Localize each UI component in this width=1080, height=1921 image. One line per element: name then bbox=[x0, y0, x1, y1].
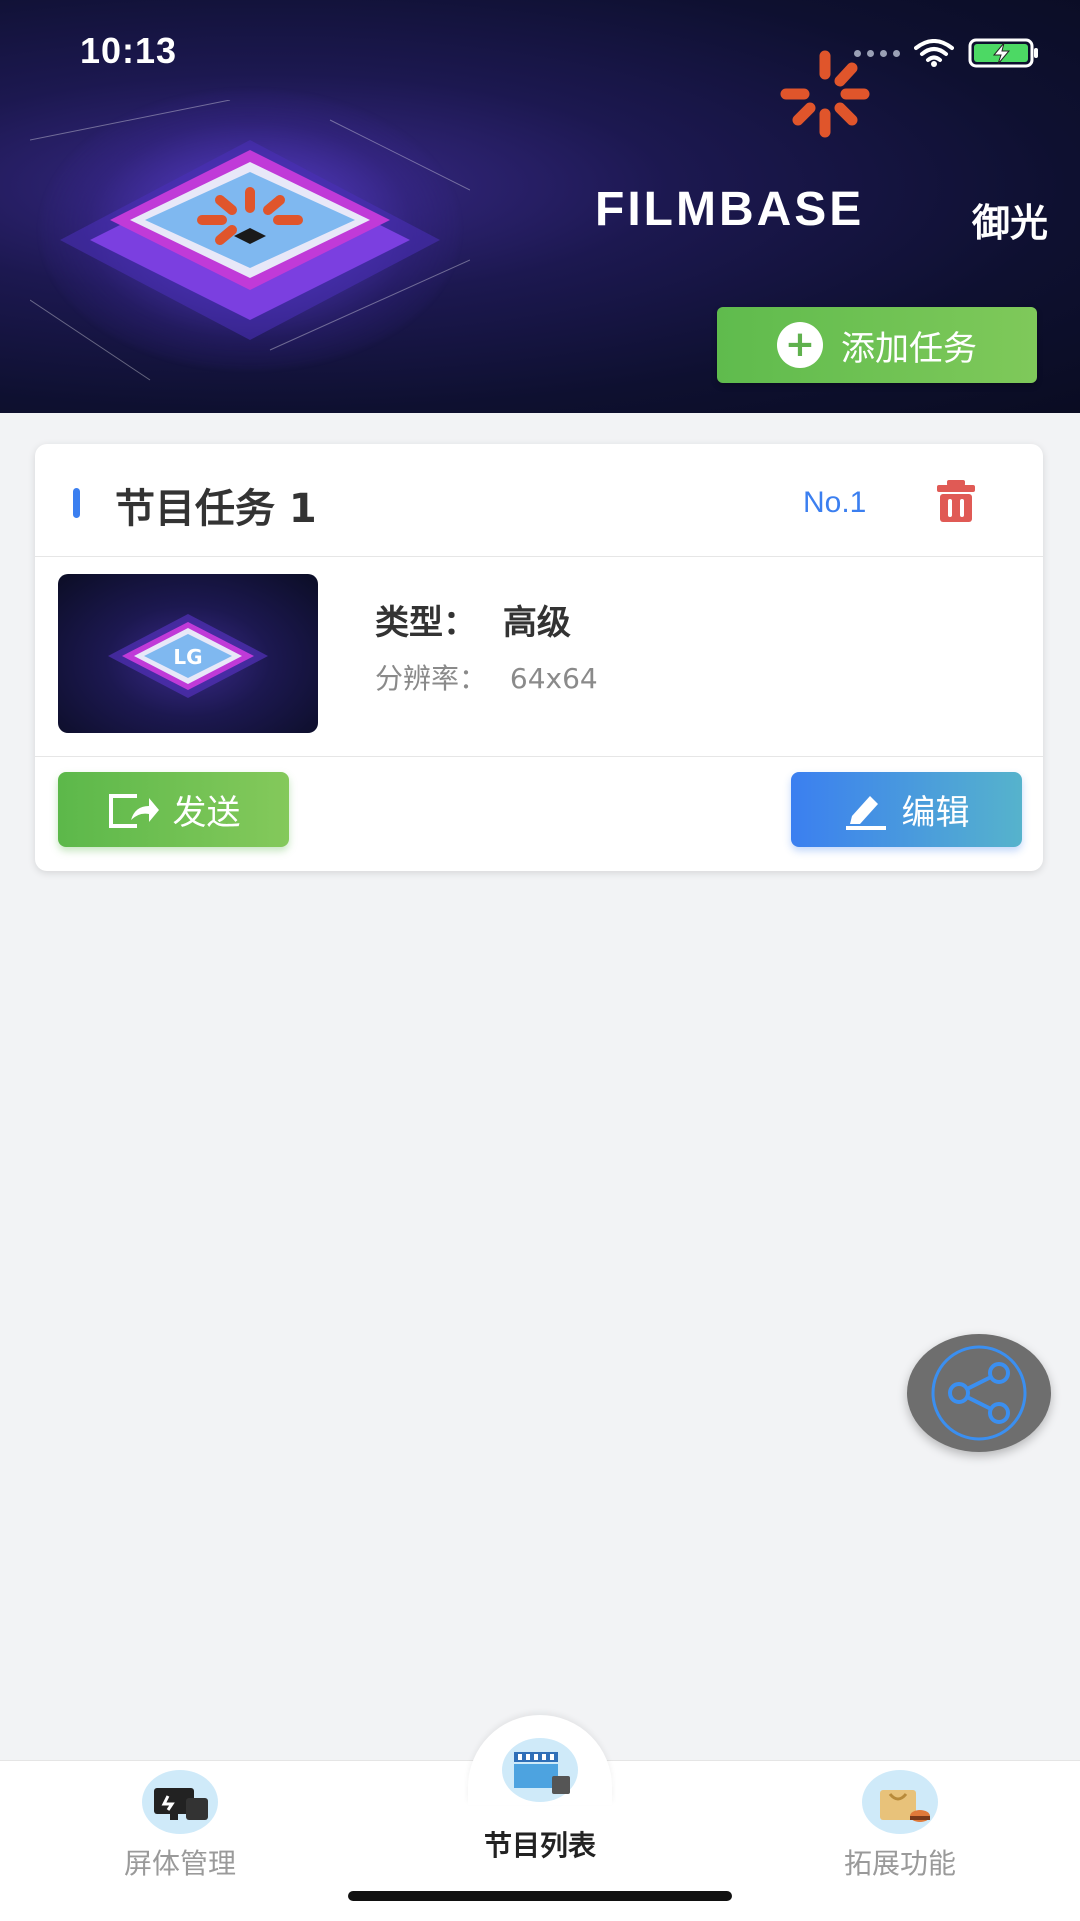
tab-label-extended-features: 拓展功能 bbox=[843, 1847, 956, 1880]
tab-label-screen-management: 屏体管理 bbox=[123, 1847, 236, 1880]
type-row: 类型： 高级 bbox=[375, 595, 571, 644]
send-label: 发送 bbox=[172, 793, 241, 833]
type-value: 高级 bbox=[502, 603, 571, 643]
tab-extended-features[interactable]: 拓展功能 bbox=[800, 1770, 1000, 1882]
task-card-body: LG 类型： 高级 分辨率： 64x64 bbox=[35, 557, 1043, 757]
filmbase-logo-icon bbox=[780, 50, 870, 138]
chip-illustration bbox=[30, 100, 470, 381]
task-card-header: 节目任务 1 No.1 bbox=[35, 444, 1043, 557]
shopping-bag-icon bbox=[862, 1770, 938, 1834]
delete-trash-icon[interactable] bbox=[933, 478, 979, 524]
task-number: No.1 bbox=[803, 486, 867, 519]
brand-name: FILMBASE bbox=[595, 183, 865, 236]
add-task-label: 添加任务 bbox=[841, 328, 977, 369]
title-accent-bar bbox=[73, 488, 80, 518]
home-indicator bbox=[348, 1891, 732, 1901]
tab-program-list[interactable]: 节目列表 bbox=[440, 1738, 640, 1864]
screen-monitor-icon bbox=[142, 1770, 218, 1834]
plus-icon: + bbox=[777, 322, 823, 368]
edit-label: 编辑 bbox=[901, 793, 970, 833]
share-icon bbox=[931, 1345, 1027, 1441]
resolution-label: 分辨率： bbox=[375, 662, 488, 695]
send-share-icon bbox=[108, 793, 159, 828]
wifi-icon bbox=[914, 39, 954, 67]
svg-text:LG: LG bbox=[173, 645, 202, 669]
status-icons bbox=[854, 38, 1040, 68]
resolution-value: 64x64 bbox=[509, 662, 598, 695]
add-task-button[interactable]: + 添加任务 bbox=[717, 307, 1037, 383]
task-title: 节目任务 1 bbox=[115, 486, 317, 532]
brand-name-cn: 御光 bbox=[972, 201, 1049, 245]
share-fab[interactable] bbox=[907, 1334, 1051, 1452]
status-time: 10:13 bbox=[80, 30, 178, 71]
battery-charging-icon bbox=[968, 38, 1038, 68]
edit-button[interactable]: 编辑 bbox=[791, 772, 1022, 847]
film-clapper-icon bbox=[502, 1738, 578, 1802]
chip-thumbnail-icon: LG bbox=[108, 614, 268, 698]
send-button[interactable]: 发送 bbox=[58, 772, 289, 847]
pencil-edit-icon bbox=[845, 795, 886, 830]
header-banner: 10:13 FILMBASE 御光 + 添加任务 bbox=[0, 0, 1080, 413]
program-thumbnail[interactable]: LG bbox=[58, 574, 318, 733]
tab-screen-management[interactable]: 屏体管理 bbox=[80, 1770, 280, 1882]
resolution-row: 分辨率： 64x64 bbox=[375, 657, 598, 697]
task-card: 节目任务 1 No.1 LG 类型： 高级 分辨率： 64x64 发送 编辑 bbox=[35, 444, 1043, 871]
tab-label-program-list: 节目列表 bbox=[483, 1829, 596, 1862]
type-label: 类型： bbox=[375, 603, 477, 643]
